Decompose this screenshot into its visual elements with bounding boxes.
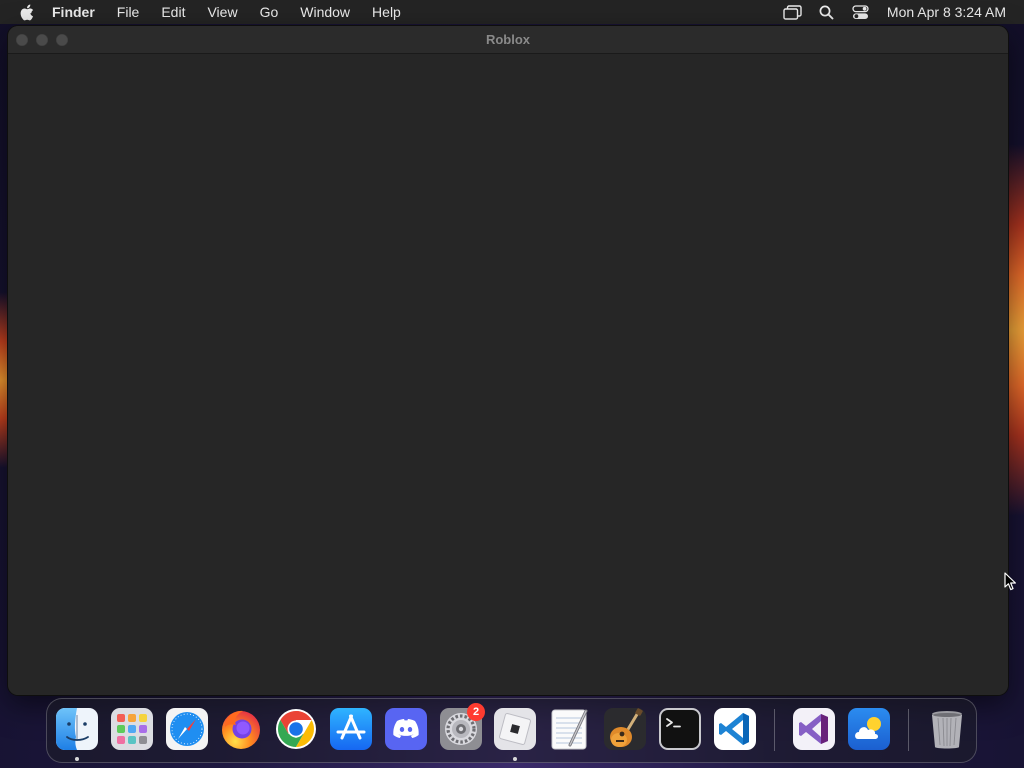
- mouse-pointer-icon: [1004, 572, 1016, 591]
- dock-separator: [908, 709, 909, 751]
- vscode-icon: [714, 708, 756, 750]
- discord-icon: [385, 708, 427, 750]
- garageband-icon: [604, 708, 646, 750]
- weather-icon: [848, 708, 890, 750]
- dock-item-vscode[interactable]: [713, 707, 757, 751]
- window-content-area[interactable]: [8, 54, 1008, 695]
- dock-item-roblox[interactable]: [493, 707, 537, 751]
- textedit-icon: [551, 709, 588, 750]
- visual-studio-icon: [793, 708, 835, 750]
- dock: 2: [46, 698, 977, 763]
- dock-item-terminal[interactable]: [658, 707, 702, 751]
- menu-window[interactable]: Window: [300, 4, 350, 20]
- dock-running-indicator-roblox: [513, 757, 517, 761]
- menu-go[interactable]: Go: [260, 4, 279, 20]
- terminal-icon: [659, 708, 701, 750]
- dock-item-visual-studio[interactable]: [792, 707, 836, 751]
- finder-icon: [56, 708, 98, 750]
- dock-item-discord[interactable]: [384, 707, 428, 751]
- menu-file[interactable]: File: [117, 4, 140, 20]
- roblox-window: Roblox: [8, 26, 1008, 695]
- dock-running-indicator-finder: [75, 757, 79, 761]
- control-center-icon[interactable]: [851, 3, 871, 21]
- dock-item-launchpad[interactable]: [110, 707, 154, 751]
- menu-bar: Finder File Edit View Go Window Help Mon…: [0, 0, 1024, 24]
- safari-icon: [166, 708, 208, 750]
- dock-item-trash[interactable]: [925, 707, 969, 751]
- firefox-icon: [222, 710, 260, 749]
- dock-item-garageband[interactable]: [603, 707, 647, 751]
- roblox-icon: [494, 708, 536, 750]
- menu-view[interactable]: View: [207, 4, 237, 20]
- menu-bar-clock[interactable]: Mon Apr 8 3:24 AM: [887, 4, 1006, 20]
- window-title-bar[interactable]: Roblox: [8, 26, 1008, 54]
- dock-item-finder[interactable]: [55, 707, 99, 751]
- menu-bar-status-area: Mon Apr 8 3:24 AM: [769, 3, 1016, 21]
- dock-item-app-store[interactable]: [329, 707, 373, 751]
- launchpad-icon: [111, 708, 153, 750]
- dock-item-weather[interactable]: [847, 707, 891, 751]
- menu-edit[interactable]: Edit: [161, 4, 185, 20]
- notification-badge: 2: [467, 703, 485, 721]
- dock-item-textedit[interactable]: [548, 707, 592, 751]
- dock-item-firefox[interactable]: [219, 707, 263, 751]
- menu-help[interactable]: Help: [372, 4, 401, 20]
- chrome-icon: [276, 709, 316, 749]
- dock-item-chrome[interactable]: [274, 707, 318, 751]
- app-store-icon: [330, 708, 372, 750]
- screen-mirroring-icon[interactable]: [783, 3, 803, 21]
- menu-app-finder[interactable]: Finder: [52, 4, 95, 20]
- apple-logo-icon[interactable]: [18, 3, 34, 21]
- dock-item-system-settings[interactable]: 2: [439, 703, 485, 751]
- dock-separator: [774, 709, 775, 751]
- spotlight-search-icon[interactable]: [817, 3, 837, 21]
- trash-icon: [932, 711, 962, 749]
- window-title: Roblox: [485, 32, 531, 47]
- dock-item-safari[interactable]: [165, 707, 209, 751]
